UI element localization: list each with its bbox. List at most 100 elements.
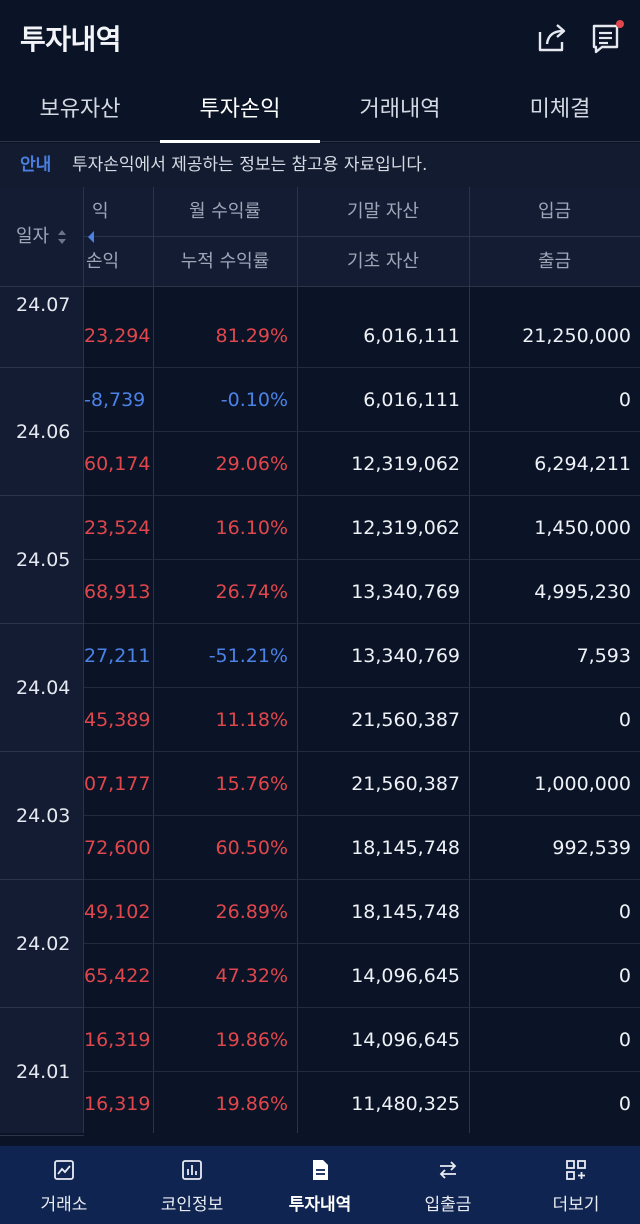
cell-return-rate: 11.18%: [215, 709, 288, 731]
cell-return-rate: 19.86%: [215, 1029, 288, 1051]
table-row[interactable]: 27,211 -51.21% 13,340,769 7,593: [0, 624, 640, 688]
table-row[interactable]: -8,739 -0.10% 6,016,111 0: [0, 368, 640, 432]
cell-return-rate: 26.89%: [215, 901, 288, 923]
notification-dot: [616, 20, 624, 28]
nav-more[interactable]: 더보기: [512, 1146, 640, 1224]
cell-assets: 21,560,387: [351, 709, 460, 731]
cell-assets: 12,319,062: [351, 453, 460, 475]
table-row[interactable]: 72,600 60.50% 18,145,748 992,539: [0, 816, 640, 880]
table-row[interactable]: 68,913 26.74% 13,340,769 4,995,230: [0, 560, 640, 624]
date-cell: 24.04: [0, 624, 84, 752]
nav-coin-info-label: 코인정보: [160, 1195, 224, 1215]
table-row[interactable]: 16,319 19.86% 11,480,325 0: [0, 1072, 640, 1133]
table-row[interactable]: 65,422 47.32% 14,096,645 0: [0, 944, 640, 1008]
cell-assets: 21,560,387: [351, 773, 460, 795]
cell-assets: 14,096,645: [351, 1029, 460, 1051]
scroll-left-arrow-icon[interactable]: [86, 229, 96, 245]
cell-cash-flow: 0: [618, 965, 631, 987]
table-row[interactable]: 23,294 81.29% 6,016,111 21,250,000: [0, 304, 640, 368]
nav-deposit-withdraw[interactable]: 입출금: [384, 1146, 512, 1224]
date-cell: 24.07: [0, 287, 84, 368]
table-row[interactable]: 45,389 11.18% 21,560,387 0: [0, 688, 640, 752]
cell-cash-flow: 992,539: [552, 837, 631, 859]
cell-cash-flow: 7,593: [576, 645, 631, 667]
cell-cash-flow: 1,450,000: [534, 517, 631, 539]
tab-transactions[interactable]: 거래내역: [320, 80, 480, 142]
cell-assets: 6,016,111: [363, 389, 460, 411]
table-row[interactable]: 60,174 29.06% 12,319,062 6,294,211: [0, 432, 640, 496]
cell-cash-flow: 0: [618, 901, 631, 923]
nav-investment-history-label: 투자내역: [288, 1195, 352, 1215]
header-deposit[interactable]: 입금: [469, 187, 640, 237]
bar-chart-icon: [182, 1160, 202, 1180]
cell-return-rate: 15.76%: [215, 773, 288, 795]
cell-assets: 18,145,748: [351, 837, 460, 859]
nav-exchange[interactable]: 거래소: [0, 1146, 128, 1224]
cell-cash-flow: 0: [618, 709, 631, 731]
date-header[interactable]: 일자: [0, 187, 84, 287]
cell-pnl: 27,211: [84, 645, 151, 667]
date-cell: 24.05: [0, 496, 84, 624]
transfer-icon: [439, 1161, 457, 1179]
chart-icon: [54, 1160, 74, 1180]
page-title: 투자내역: [20, 23, 122, 56]
bottom-navigation: 거래소 코인정보 투자내역 입출금 더보기: [0, 1146, 640, 1224]
divider: [153, 187, 154, 287]
cell-cash-flow: 1,000,000: [534, 773, 631, 795]
table-row[interactable]: 23,524 16.10% 12,319,062 1,450,000: [0, 496, 640, 560]
cell-return-rate: 16.10%: [215, 517, 288, 539]
cell-cash-flow: 0: [618, 1029, 631, 1051]
sort-icon[interactable]: [56, 227, 68, 247]
cell-pnl: 68,913: [84, 581, 151, 603]
header-cumulative-return[interactable]: 누적 수익률: [153, 237, 297, 287]
cell-cash-flow: 6,294,211: [534, 453, 631, 475]
more-grid-icon: [566, 1160, 586, 1180]
cell-pnl: 23,294: [84, 325, 151, 347]
cell-return-rate: 47.32%: [215, 965, 288, 987]
table-row[interactable]: 07,177 15.76% 21,560,387 1,000,000: [0, 752, 640, 816]
header-withdrawal[interactable]: 출금: [469, 237, 640, 287]
tab-pending-orders[interactable]: 미체결: [480, 80, 640, 142]
cell-return-rate: 29.06%: [215, 453, 288, 475]
cell-return-rate: -51.21%: [208, 645, 288, 667]
nav-investment-history[interactable]: 투자내역: [256, 1146, 384, 1224]
notice-message: 투자손익에서 제공하는 정보는 참고용 자료입니다.: [72, 155, 428, 175]
tab-holdings[interactable]: 보유자산: [0, 80, 160, 142]
cell-pnl: 65,422: [84, 965, 151, 987]
nav-exchange-label: 거래소: [40, 1195, 88, 1215]
cell-assets: 11,480,325: [351, 1093, 460, 1115]
table-row[interactable]: 16,319 19.86% 14,096,645 0: [0, 1008, 640, 1072]
cell-assets: 13,340,769: [351, 581, 460, 603]
date-cell: 24.02: [0, 880, 84, 1008]
cell-pnl: -8,739: [84, 389, 146, 411]
cell-return-rate: 81.29%: [215, 325, 288, 347]
tab-bar: 보유자산 투자손익 거래내역 미체결: [0, 80, 640, 143]
header-beginning-assets[interactable]: 기초 자산: [297, 237, 469, 287]
date-cell: 24.06: [0, 368, 84, 496]
cell-pnl: 60,174: [84, 453, 151, 475]
date-cell: 24.01: [0, 1008, 84, 1136]
tab-profit-loss[interactable]: 투자손익: [160, 80, 320, 143]
chat-icon[interactable]: [588, 18, 628, 58]
cell-return-rate: 19.86%: [215, 1093, 288, 1115]
cell-cash-flow: 0: [618, 1093, 631, 1115]
date-cell: 24.03: [0, 752, 84, 880]
cell-pnl: 23,524: [84, 517, 151, 539]
cell-pnl: 72,600: [84, 837, 151, 859]
cell-assets: 14,096,645: [351, 965, 460, 987]
nav-more-label: 더보기: [552, 1195, 600, 1215]
date-column: 일자 24.07 24.06 24.05 24.04 24.03 24.02 24.01: [0, 187, 84, 1136]
cell-assets: 6,016,111: [363, 325, 460, 347]
notice-tag: 안내: [20, 155, 52, 175]
share-icon[interactable]: [532, 18, 572, 58]
cell-return-rate: -0.10%: [220, 389, 288, 411]
cell-assets: 18,145,748: [351, 901, 460, 923]
profit-loss-table[interactable]: 23,294 81.29% 6,016,111 21,250,000 -8,739 -0.…: [0, 287, 640, 1133]
table-row[interactable]: 49,102 26.89% 18,145,748 0: [0, 880, 640, 944]
cell-pnl: 45,389: [84, 709, 151, 731]
divider: [297, 187, 298, 287]
header-monthly-return[interactable]: 월 수익률: [153, 187, 297, 237]
nav-coin-info[interactable]: 코인정보: [128, 1146, 256, 1224]
header-ending-assets[interactable]: 기말 자산: [297, 187, 469, 237]
table-header: 익 월 수익률 기말 자산 입금 손익 누적 수익률 기초 자산 출금: [0, 187, 640, 287]
